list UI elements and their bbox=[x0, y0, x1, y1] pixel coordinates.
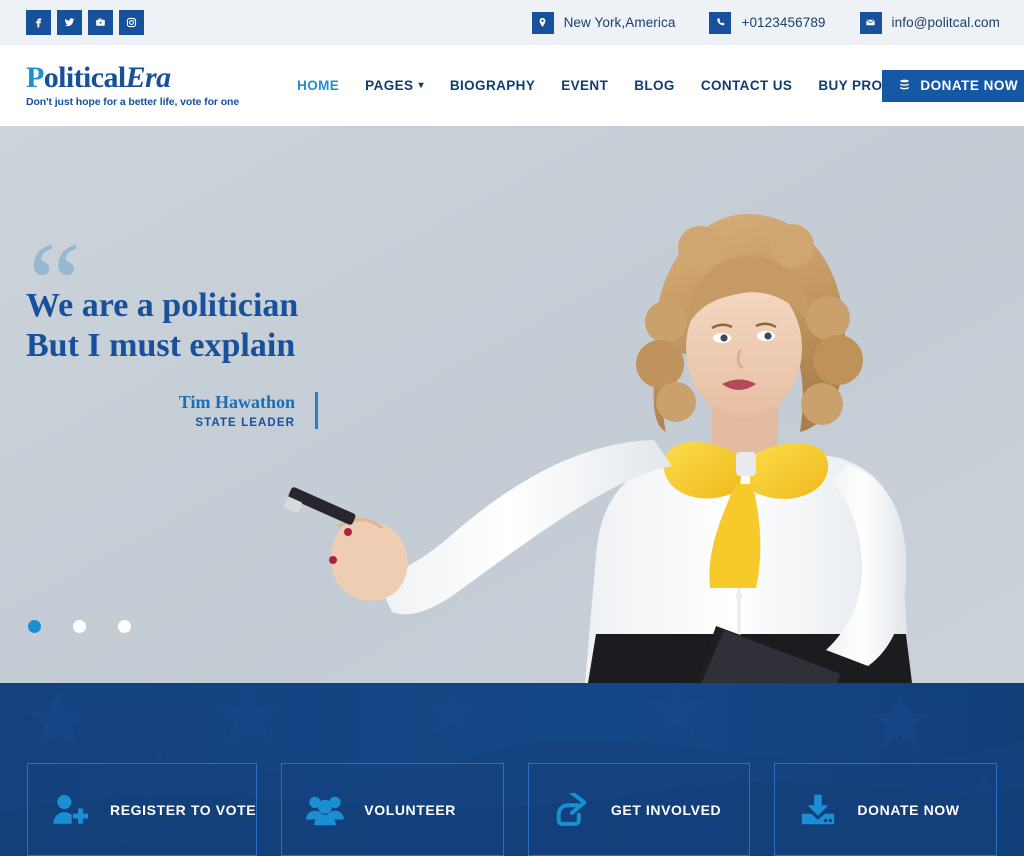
chevron-down-icon: ▾ bbox=[418, 80, 424, 91]
nav-item-contact-us-label: CONTACT US bbox=[700, 78, 793, 93]
page-root: New York,America +0123456789 info@politc… bbox=[0, 0, 1024, 856]
hero-slider: “ We are a politician But I must explain… bbox=[0, 126, 1024, 683]
logo-part-1: P bbox=[26, 61, 44, 94]
nav-item-buy-pro[interactable]: BUY PRO bbox=[818, 78, 882, 93]
cta-cards: REGISTER TO VOTE VOLUNTEER GET INVOLVED … bbox=[0, 763, 1024, 856]
hero-title: We are a politician But I must explain bbox=[26, 287, 299, 365]
facebook-icon[interactable] bbox=[26, 10, 51, 35]
site-header: PoliticalEra Don't just hope for a bette… bbox=[0, 45, 1024, 126]
nav-item-event[interactable]: EVENT bbox=[561, 78, 608, 93]
money-stack-icon bbox=[898, 78, 911, 94]
nav-item-blog-label: BLOG bbox=[634, 78, 675, 93]
download-inbox-icon bbox=[799, 790, 839, 830]
contact-phone[interactable]: +0123456789 bbox=[709, 11, 826, 34]
slider-dots bbox=[28, 620, 131, 633]
logo-tagline: Don't just hope for a better life, vote … bbox=[26, 96, 240, 108]
slider-dot-3[interactable] bbox=[118, 620, 131, 633]
nav-item-buy-pro-label: BUY PRO bbox=[818, 78, 883, 93]
people-group-icon bbox=[306, 790, 346, 830]
share-arrow-icon bbox=[553, 790, 593, 830]
hero-author-name: Tim Hawathon bbox=[178, 392, 295, 413]
logo-part-2: olitical bbox=[43, 61, 126, 94]
nav-item-pages-label: PAGES bbox=[365, 78, 414, 93]
contact-phone-text: +0123456789 bbox=[741, 15, 826, 30]
nav-item-pages[interactable]: PAGES ▾ bbox=[365, 78, 424, 93]
cta-card-donate-now-label: DONATE NOW bbox=[857, 801, 960, 818]
top-bar: New York,America +0123456789 info@politc… bbox=[0, 0, 1024, 45]
logo[interactable]: PoliticalEra Don't just hope for a bette… bbox=[26, 63, 240, 109]
contact-email-text: info@politcal.com bbox=[891, 15, 1000, 30]
cta-card-volunteer[interactable]: VOLUNTEER bbox=[281, 763, 504, 856]
social-links bbox=[26, 10, 144, 35]
nav-item-contact-us[interactable]: CONTACT US bbox=[701, 78, 793, 93]
user-plus-icon bbox=[52, 790, 92, 830]
hero-text-block: “ We are a politician But I must explain… bbox=[26, 224, 356, 429]
cta-card-get-involved[interactable]: GET INVOLVED bbox=[527, 763, 751, 856]
contact-location[interactable]: New York,America bbox=[531, 11, 676, 34]
nav-item-blog[interactable]: BLOG bbox=[634, 78, 675, 93]
cta-card-volunteer-label: VOLUNTEER bbox=[364, 801, 457, 818]
envelope-icon bbox=[859, 11, 882, 34]
cta-card-register-to-vote-label: REGISTER TO VOTE bbox=[110, 801, 257, 818]
contact-info: New York,America +0123456789 info@politc… bbox=[531, 11, 1000, 34]
logo-text: PoliticalEra bbox=[26, 63, 239, 93]
nav-item-home-label: HOME bbox=[297, 78, 340, 93]
nav-item-biography-label: BIOGRAPHY bbox=[449, 78, 536, 93]
hero-author-role: STATE LEADER bbox=[195, 416, 295, 429]
logo-part-3: Era bbox=[125, 61, 171, 94]
nav-item-home[interactable]: HOME bbox=[297, 78, 339, 93]
cta-section: REGISTER TO VOTE VOLUNTEER GET INVOLVED … bbox=[0, 683, 1024, 856]
nav-item-event-label: EVENT bbox=[561, 78, 609, 93]
main-navigation: HOME PAGES ▾ BIOGRAPHY EVENT BLOG CONTAC… bbox=[297, 78, 882, 93]
cta-card-donate-now[interactable]: DONATE NOW bbox=[774, 763, 997, 856]
youtube-icon[interactable] bbox=[88, 10, 113, 35]
slider-dot-1[interactable] bbox=[28, 620, 41, 633]
location-pin-icon bbox=[531, 11, 554, 34]
twitter-icon[interactable] bbox=[57, 10, 82, 35]
contact-email[interactable]: info@politcal.com bbox=[859, 11, 1000, 34]
contact-location-text: New York,America bbox=[563, 15, 676, 30]
donate-now-button-label: DONATE NOW bbox=[920, 78, 1019, 93]
donate-now-button[interactable]: DONATE NOW bbox=[882, 69, 1024, 102]
nav-item-biography[interactable]: BIOGRAPHY bbox=[450, 78, 535, 93]
phone-icon bbox=[709, 11, 732, 34]
hero-author: Tim Hawathon STATE LEADER bbox=[26, 392, 318, 429]
cta-card-register-to-vote[interactable]: REGISTER TO VOTE bbox=[27, 763, 258, 856]
instagram-icon[interactable] bbox=[119, 10, 144, 35]
cta-card-get-involved-label: GET INVOLVED bbox=[610, 801, 722, 818]
slider-dot-2[interactable] bbox=[73, 620, 86, 633]
